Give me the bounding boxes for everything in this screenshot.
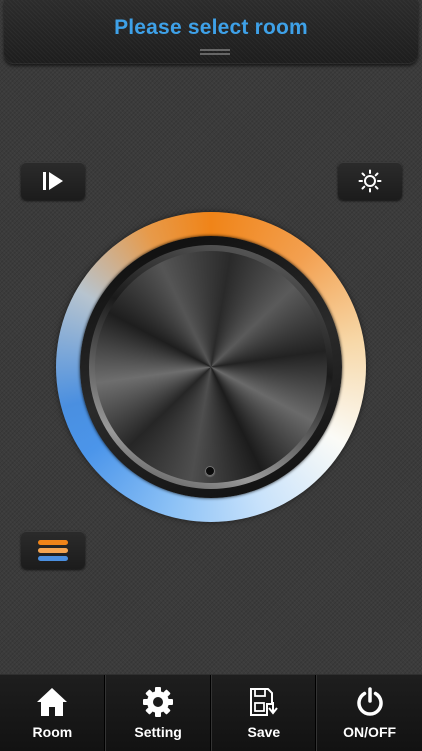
knob-indicator-dot	[205, 466, 215, 476]
room-title[interactable]: Please select room	[4, 16, 418, 40]
tab-onoff-label: ON/OFF	[343, 724, 397, 740]
gear-icon	[143, 687, 174, 717]
menu-bars-icon	[38, 537, 68, 564]
header-bar: Please select room	[4, 0, 418, 64]
tab-save[interactable]: Save	[212, 675, 318, 751]
save-icon	[249, 688, 278, 716]
home-icon	[37, 688, 68, 716]
sun-icon	[358, 169, 382, 193]
bottom-tab-bar: Room Setting Save ON/OFF	[0, 674, 422, 751]
play-icon	[43, 172, 63, 190]
tab-setting-label: Setting	[134, 724, 182, 740]
grip-handle-icon[interactable]	[200, 49, 230, 57]
power-icon	[356, 687, 383, 716]
menu-button[interactable]	[21, 531, 85, 569]
tab-room[interactable]: Room	[0, 675, 106, 751]
tab-save-label: Save	[247, 724, 281, 740]
rotary-knob[interactable]	[95, 251, 327, 483]
play-button[interactable]	[21, 162, 85, 200]
brightness-button[interactable]	[338, 162, 402, 200]
tab-room-label: Room	[32, 724, 73, 740]
tab-onoff[interactable]: ON/OFF	[317, 675, 422, 751]
tab-setting[interactable]: Setting	[106, 675, 212, 751]
